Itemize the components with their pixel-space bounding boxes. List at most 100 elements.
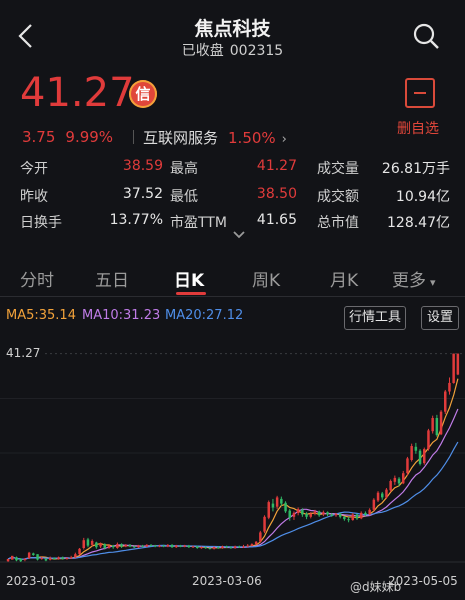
candle-body (288, 510, 291, 518)
candle-body (175, 545, 178, 548)
tab-intraday[interactable]: 分时 (20, 266, 54, 291)
candle-body (351, 514, 354, 520)
open-label: 今开 (20, 161, 48, 177)
remove-watchlist-icon[interactable] (405, 78, 435, 108)
tab-daily-k[interactable]: 日K (174, 266, 204, 291)
candle-body (44, 558, 48, 561)
candle-body (82, 540, 85, 548)
market-status: 已收盘 (181, 43, 224, 59)
candle-body (452, 353, 455, 383)
candle-body (439, 411, 443, 435)
candle-body (111, 545, 115, 548)
search-icon[interactable] (412, 22, 440, 50)
candle-body (48, 558, 52, 560)
candle-body (116, 544, 119, 548)
candle-body (162, 545, 165, 547)
candle-body (317, 511, 321, 516)
candle-body (423, 449, 426, 464)
ma20-line (7, 441, 459, 560)
candle-body (229, 547, 233, 549)
candle-body (158, 545, 161, 547)
market-cap-value: 128.47亿 (387, 215, 450, 231)
candle-body (204, 547, 207, 549)
candle-body (275, 497, 279, 507)
candle-body (414, 446, 418, 451)
candle-body (133, 546, 136, 548)
candle-body (376, 492, 380, 501)
candle-body (187, 545, 191, 548)
page-title: 焦点科技 (194, 18, 271, 40)
stock-subtitle: 已收盘 002315 (0, 40, 465, 60)
candle-body (406, 458, 409, 474)
candle-body (338, 513, 342, 517)
candle-body (355, 514, 359, 519)
tab-monthly-k[interactable]: 月K (330, 266, 358, 291)
candle-body (347, 519, 350, 521)
candlestick-chart[interactable] (0, 336, 465, 570)
market-tools-button[interactable]: 行情工具 (344, 306, 406, 330)
candle-body (250, 544, 254, 546)
sector-percent: 1.50% (228, 129, 276, 147)
candle-body (208, 548, 212, 549)
prev-close-value: 37.52 (122, 186, 163, 202)
candle-body (15, 557, 18, 561)
candle-body (179, 545, 182, 547)
candle-body (309, 513, 312, 517)
candle-body (381, 493, 384, 498)
ma5-label: MA5:35.14 (6, 308, 76, 323)
tab-weekly-k[interactable]: 周K (252, 266, 280, 291)
candle-body (170, 544, 174, 548)
candle-body (217, 547, 220, 549)
candle-body (334, 513, 338, 516)
tab-more[interactable]: 更多 ▾ (392, 266, 436, 291)
candle-body (368, 509, 371, 515)
sector-name: 互联网服务 (143, 129, 219, 147)
low-value: 38.50 (256, 186, 297, 202)
settings-button[interactable]: 设置 (421, 306, 459, 330)
candle-body (196, 546, 199, 548)
candle-body (418, 450, 422, 464)
stock-code: 002315 (229, 43, 284, 59)
candle-body (238, 546, 241, 548)
tab-five-day[interactable]: 五日 (95, 266, 129, 291)
sector-link[interactable]: 互联网服务 1.50% › (143, 127, 287, 148)
candle-body (32, 553, 35, 555)
chevron-down-icon[interactable] (232, 230, 246, 240)
candle-body (233, 546, 237, 548)
candle-body (69, 557, 73, 559)
candle-body (263, 516, 266, 532)
candle-body (292, 512, 296, 517)
volume-value: 26.81万手 (381, 161, 450, 177)
candle-body (330, 514, 333, 516)
high-label: 最高 (170, 161, 198, 177)
candle-body (212, 547, 216, 549)
caret-down-icon: ▾ (430, 276, 436, 289)
low-label: 最低 (170, 189, 198, 205)
candle-body (141, 545, 144, 547)
candle-body (284, 502, 287, 512)
candle-body (271, 503, 275, 508)
price-change: 3.75 9.99% (22, 128, 113, 146)
candle-body (145, 544, 149, 547)
candle-body (40, 558, 43, 560)
change-amount: 3.75 (22, 128, 56, 146)
candle-body (364, 512, 367, 515)
remove-watchlist-button[interactable]: 删自选 (397, 118, 439, 138)
ma5-line (7, 378, 459, 560)
divider (133, 130, 134, 144)
candle-body (53, 558, 56, 560)
candle-body (95, 542, 98, 548)
candle-body (402, 473, 405, 484)
amount-value: 10.94亿 (395, 189, 450, 205)
candle-body (225, 546, 228, 548)
amount-label: 成交额 (317, 189, 359, 205)
candle-body (191, 546, 195, 548)
candle-body (90, 541, 94, 545)
candle-body (322, 512, 325, 515)
candle-body (86, 539, 90, 546)
candle-body (435, 418, 439, 436)
candle-body (19, 558, 22, 562)
candle-body (296, 509, 300, 513)
candle-body (259, 532, 262, 542)
credit-badge[interactable]: 信 (129, 80, 157, 108)
